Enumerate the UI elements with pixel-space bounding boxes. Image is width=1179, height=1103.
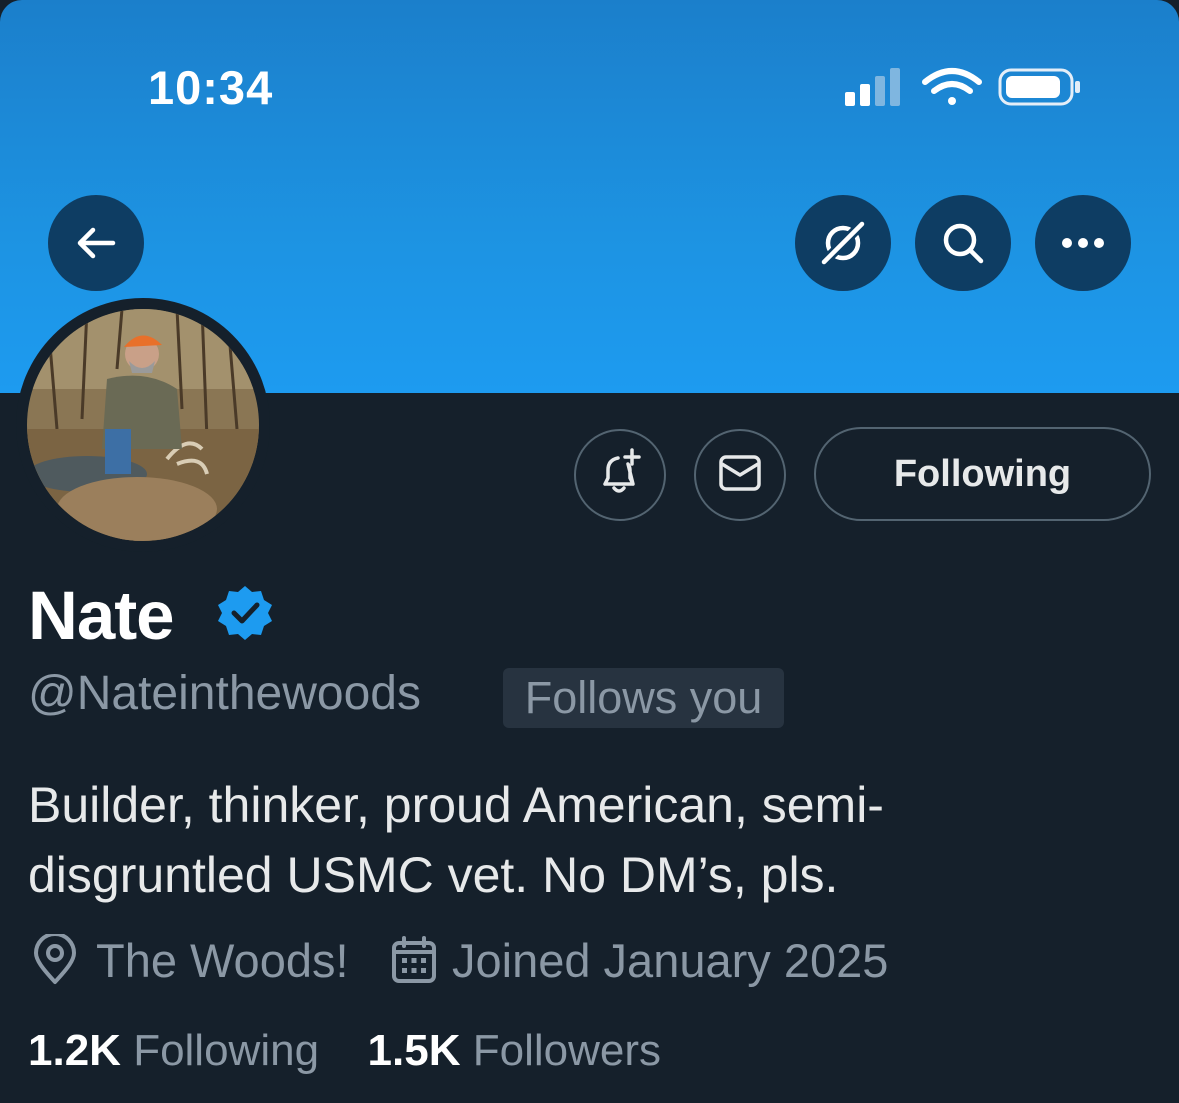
joined-text: Joined January 2025 <box>452 933 889 987</box>
status-time: 10:34 <box>148 61 274 114</box>
display-name: Nate <box>28 577 175 654</box>
following-button[interactable]: Following <box>814 427 1151 521</box>
cellular-signal-icon <box>845 68 900 106</box>
status-icons <box>845 66 1085 112</box>
calendar-icon <box>390 935 438 985</box>
avatar-photo <box>27 309 259 541</box>
grok-icon <box>818 218 868 268</box>
followers-stat[interactable]: 1.5K Followers <box>368 1026 661 1075</box>
following-count: 1.2K <box>28 1026 121 1075</box>
username-handle: @Nateinthewoods <box>28 667 421 720</box>
notifications-button[interactable] <box>574 429 666 521</box>
back-button[interactable] <box>48 195 144 291</box>
wifi-icon <box>922 68 982 105</box>
follows-you-badge: Follows you <box>503 668 784 728</box>
following-label: Following <box>133 1026 320 1075</box>
battery-icon <box>998 68 1080 106</box>
joined-item: Joined January 2025 <box>390 930 888 990</box>
bio-line-2: disgruntled USMC vet. No DM’s, pls. <box>28 847 839 903</box>
grok-button[interactable] <box>795 195 891 291</box>
verified-badge-icon <box>217 584 273 640</box>
more-horizontal-icon <box>1060 236 1106 250</box>
status-bar: 10:34 <box>0 0 1179 180</box>
search-icon <box>938 218 988 268</box>
bell-plus-icon <box>595 447 645 503</box>
location-text: The Woods! <box>96 933 349 987</box>
followers-count: 1.5K <box>367 1026 461 1075</box>
profile-screen: 10:34 Following Nate @Nateinthewoods Fol… <box>0 0 1179 1103</box>
follow-stats: 1.2K Following 1.5K Followers <box>28 1026 661 1076</box>
search-button[interactable] <box>915 195 1011 291</box>
location-pin-icon <box>30 934 80 986</box>
following-stat[interactable]: 1.2K Following <box>28 1026 319 1075</box>
profile-bio: Builder, thinker, proud American, semi- … <box>28 770 1148 910</box>
more-button[interactable] <box>1035 195 1131 291</box>
avatar[interactable] <box>16 298 270 552</box>
bio-line-1: Builder, thinker, proud American, semi- <box>28 777 884 833</box>
location-item: The Woods! <box>30 930 349 990</box>
followers-label: Followers <box>472 1026 661 1075</box>
envelope-icon <box>717 453 763 498</box>
arrow-left-icon <box>73 220 119 266</box>
message-button[interactable] <box>694 429 786 521</box>
